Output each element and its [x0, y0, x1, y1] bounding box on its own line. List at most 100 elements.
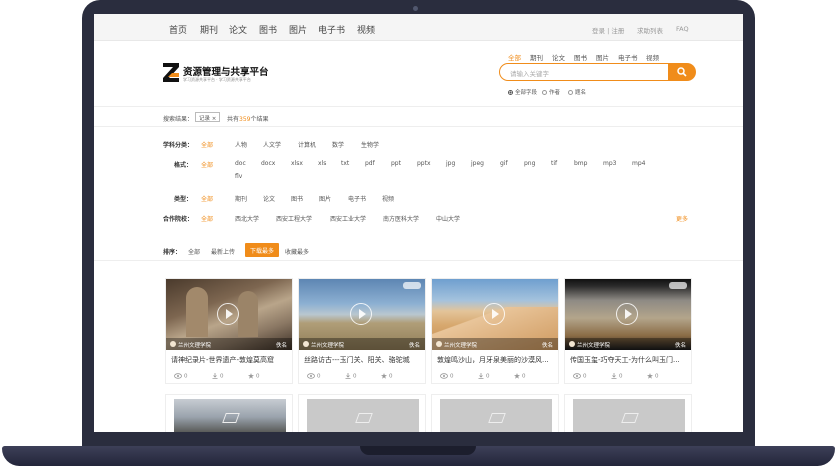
search-button[interactable] — [668, 63, 696, 81]
filter-option[interactable]: 生物学 — [361, 140, 379, 149]
search-type-books[interactable]: 图书 — [574, 52, 587, 62]
video-card[interactable]: 兰州文理学院 佚名 请神纪录片-世界遗产-敦煌莫高窟 0 0 0 — [165, 278, 293, 384]
favorites-count: 0 — [381, 373, 393, 380]
filter-option[interactable]: 期刊 — [235, 194, 247, 203]
filter-option[interactable]: 图片 — [319, 194, 331, 203]
nav-item-images[interactable]: 图片 — [289, 23, 307, 36]
video-card[interactable] — [431, 394, 559, 432]
play-icon[interactable] — [483, 303, 505, 325]
video-thumbnail[interactable] — [174, 399, 286, 432]
login-register-link[interactable]: 登录 | 注册 — [592, 25, 624, 35]
video-thumbnail-placeholder[interactable] — [307, 399, 419, 432]
filter-option[interactable]: png — [524, 160, 535, 167]
sort-option-most-downloaded[interactable]: 下载最多 — [245, 243, 280, 257]
filter-option[interactable]: 视频 — [382, 194, 394, 203]
search-type-images[interactable]: 图片 — [596, 52, 609, 62]
filter-option[interactable]: 中山大学 — [436, 214, 460, 223]
favorites-count: 0 — [647, 373, 659, 380]
close-icon[interactable]: × — [212, 116, 217, 122]
filter-option[interactable]: jpeg — [471, 160, 484, 167]
filter-option[interactable]: 全部 — [201, 214, 213, 223]
filter-option[interactable]: doc — [235, 160, 246, 167]
play-icon[interactable] — [350, 303, 372, 325]
nav-item-journals[interactable]: 期刊 — [200, 23, 218, 36]
radio-off-icon — [542, 89, 547, 95]
radio-title[interactable]: 题名 — [568, 88, 586, 96]
filter-option[interactable]: gif — [500, 160, 508, 167]
result-bar: 搜索结果： 记录 × 共有359个结果 — [94, 107, 743, 127]
filter-option[interactable]: flv — [235, 173, 242, 180]
filter-option[interactable]: txt — [341, 160, 349, 167]
video-card[interactable]: 兰州文理学院 佚名 敦煌鸣沙山，月牙泉美丽的沙漠风... 0 0 0 — [431, 278, 559, 384]
nav-item-home[interactable]: 首页 — [169, 23, 187, 36]
video-card[interactable]: 兰州文理学院 佚名 丝路访古---玉门关、阳关、骆驼城 0 0 0 — [298, 278, 426, 384]
search-input[interactable]: 请输入关键字 — [499, 63, 669, 81]
search-type-journals[interactable]: 期刊 — [530, 52, 543, 62]
video-thumbnail[interactable]: 兰州文理学院 佚名 — [166, 279, 292, 350]
help-list-link[interactable]: 求助列表 — [637, 25, 663, 35]
video-thumbnail[interactable]: 兰州文理学院 佚名 — [432, 279, 558, 350]
filter-label: 学科分类： — [163, 142, 194, 149]
nav-item-videos[interactable]: 视频 — [357, 23, 375, 36]
filter-option[interactable]: 人文学 — [263, 140, 281, 149]
video-thumbnail-placeholder[interactable] — [440, 399, 552, 432]
search-type-ebooks[interactable]: 电子书 — [618, 52, 638, 62]
video-title[interactable]: 丝路访古---玉门关、阳关、骆驼城 — [304, 355, 422, 365]
filter-tag[interactable]: 记录 × — [195, 112, 221, 122]
filter-option[interactable]: 图书 — [291, 194, 303, 203]
radio-off-icon — [568, 89, 573, 95]
filter-option[interactable]: 人物 — [235, 140, 247, 149]
filter-option[interactable]: pptx — [417, 160, 431, 167]
video-title[interactable]: 传国玉玺-巧夺天工-为什么叫玉门... — [570, 355, 688, 365]
video-card[interactable] — [564, 394, 692, 432]
filter-option[interactable]: mp3 — [603, 160, 616, 167]
video-title[interactable]: 请神纪录片-世界遗产-敦煌莫高窟 — [171, 355, 289, 365]
filter-option[interactable]: jpg — [446, 160, 455, 167]
nav-item-ebooks[interactable]: 电子书 — [318, 23, 345, 36]
star-icon — [647, 373, 653, 379]
radio-author[interactable]: 作者 — [542, 88, 560, 96]
filter-option[interactable]: 数学 — [332, 140, 344, 149]
video-thumbnail-placeholder[interactable] — [573, 399, 685, 432]
filter-option[interactable]: docx — [261, 160, 275, 167]
filter-option[interactable]: xlsx — [291, 160, 303, 167]
sort-option-most-favorited[interactable]: 收藏最多 — [285, 247, 309, 256]
filter-option[interactable]: 全部 — [201, 160, 213, 169]
sort-option-newest[interactable]: 最新上传 — [211, 247, 235, 256]
video-card[interactable] — [298, 394, 426, 432]
faq-link[interactable]: FAQ — [676, 25, 689, 33]
filter-option[interactable]: 西北大学 — [235, 214, 259, 223]
search-type-all[interactable]: 全部 — [508, 52, 521, 62]
video-thumbnail[interactable]: 兰州文理学院 佚名 — [299, 279, 425, 350]
camera-icon — [413, 6, 418, 11]
video-card[interactable] — [165, 394, 293, 432]
filter-option[interactable]: 论文 — [263, 194, 275, 203]
filter-option[interactable]: 计算机 — [298, 140, 316, 149]
filter-option[interactable]: 全部 — [201, 194, 213, 203]
nav-item-papers[interactable]: 论文 — [229, 23, 247, 36]
filter-option[interactable]: 电子书 — [348, 194, 366, 203]
search-type-videos[interactable]: 视频 — [646, 52, 659, 62]
more-link[interactable]: 更多 — [676, 214, 688, 223]
filter-option[interactable]: ppt — [391, 160, 401, 167]
video-card[interactable]: 兰州文理学院 佚名 传国玉玺-巧夺天工-为什么叫玉门... 0 0 0 — [564, 278, 692, 384]
author-name: 佚名 — [541, 343, 553, 349]
filter-option[interactable]: xls — [318, 160, 326, 167]
filter-option[interactable]: pdf — [365, 160, 375, 167]
radio-all-fields[interactable]: 全部字段 — [508, 88, 537, 96]
sort-option-all[interactable]: 全部 — [188, 247, 200, 256]
filter-option[interactable]: 南方医科大学 — [383, 214, 419, 223]
filter-option[interactable]: 西安工业大学 — [330, 214, 366, 223]
video-thumbnail[interactable]: 兰州文理学院 佚名 — [565, 279, 691, 350]
nav-item-books[interactable]: 图书 — [259, 23, 277, 36]
search-type-papers[interactable]: 论文 — [552, 52, 565, 62]
filter-option[interactable]: tif — [551, 160, 557, 167]
filter-option[interactable]: 西安工程大学 — [276, 214, 312, 223]
filter-option[interactable]: 全部 — [201, 140, 213, 149]
play-icon[interactable] — [616, 303, 638, 325]
play-icon[interactable] — [217, 303, 239, 325]
favorites-count: 0 — [248, 373, 260, 380]
filter-option[interactable]: bmp — [574, 160, 587, 167]
filter-option[interactable]: mp4 — [632, 160, 645, 167]
video-title[interactable]: 敦煌鸣沙山，月牙泉美丽的沙漠风... — [437, 355, 555, 365]
